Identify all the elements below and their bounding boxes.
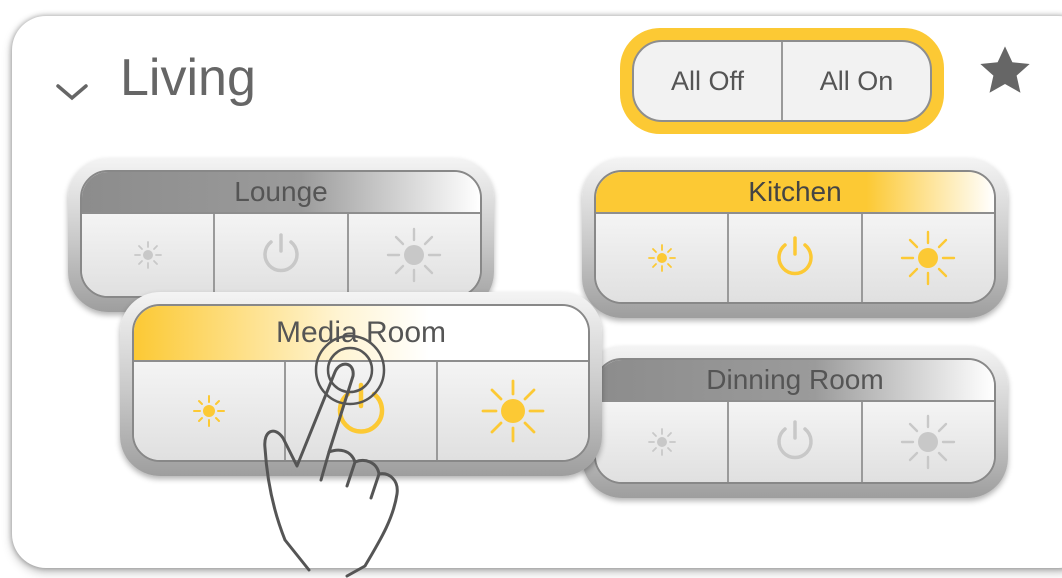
power-icon xyxy=(337,382,385,434)
power-icon xyxy=(777,236,813,276)
bright-light-icon xyxy=(481,379,545,443)
bright-light-button[interactable] xyxy=(346,214,480,296)
dim-light-icon xyxy=(647,428,676,456)
zone-label: Dinning Room xyxy=(596,360,994,402)
zone-card-lounge: Lounge xyxy=(68,158,494,312)
dim-light-icon xyxy=(133,241,162,269)
dim-light-button[interactable] xyxy=(134,362,284,460)
chevron-down-icon[interactable] xyxy=(52,78,92,104)
zone-card-dinning-room: Dinning Room xyxy=(582,346,1008,498)
bright-light-icon xyxy=(901,230,956,286)
dim-light-button[interactable] xyxy=(596,214,727,302)
room-title: Living xyxy=(120,49,256,107)
power-button[interactable] xyxy=(213,214,346,296)
all-on-button[interactable]: All On xyxy=(781,42,930,120)
power-button[interactable] xyxy=(727,402,860,482)
zone-card-kitchen: Kitchen xyxy=(582,158,1008,318)
dim-light-icon xyxy=(193,395,225,427)
bright-light-button[interactable] xyxy=(860,214,994,302)
dim-light-button[interactable] xyxy=(596,402,727,482)
bright-light-icon xyxy=(901,414,956,470)
star-icon[interactable] xyxy=(976,42,1034,100)
dim-light-button[interactable] xyxy=(82,214,213,296)
power-button[interactable] xyxy=(727,214,860,302)
all-off-button[interactable]: All Off xyxy=(634,42,781,120)
power-icon xyxy=(263,233,299,273)
dim-light-icon xyxy=(647,244,676,272)
bright-light-button[interactable] xyxy=(436,362,588,460)
bright-light-icon xyxy=(387,227,442,283)
zone-card-media-room: Media Room xyxy=(120,292,602,476)
zone-label: Lounge xyxy=(82,172,480,214)
power-icon xyxy=(777,420,813,460)
power-button[interactable] xyxy=(284,362,436,460)
zone-label: Kitchen xyxy=(596,172,994,214)
zone-label: Media Room xyxy=(134,306,588,362)
bright-light-button[interactable] xyxy=(860,402,994,482)
all-toggle: All Off All On xyxy=(620,28,944,134)
